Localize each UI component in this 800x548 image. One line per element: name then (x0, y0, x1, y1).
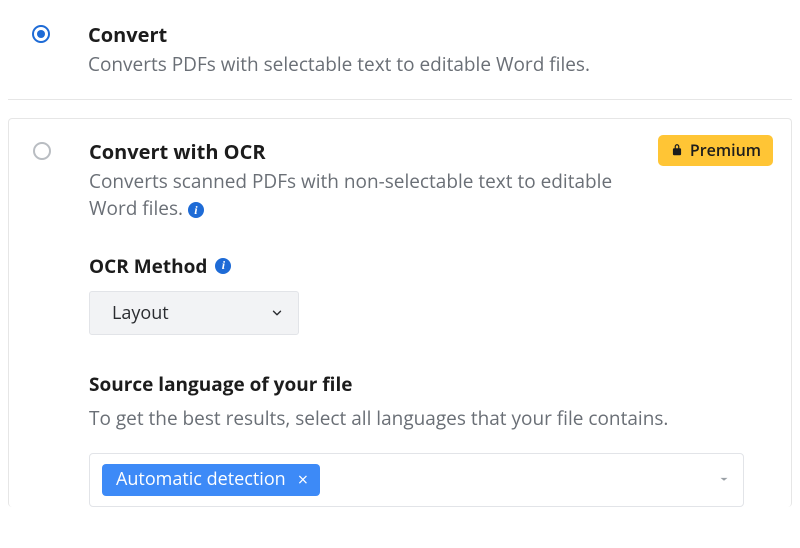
close-icon[interactable]: × (296, 471, 310, 489)
radio-column (32, 22, 88, 79)
info-icon[interactable]: i (215, 258, 231, 274)
option-convert-ocr-card[interactable]: Convert with OCR Converts scanned PDFs w… (8, 118, 792, 508)
ocr-method-select[interactable]: Layout (89, 291, 299, 335)
option-convert-desc: Converts PDFs with selectable text to ed… (88, 51, 628, 79)
premium-badge-label: Premium (690, 139, 761, 161)
language-tag[interactable]: Automatic detection × (102, 464, 320, 497)
source-language-label: Source language of your file (89, 371, 767, 397)
premium-badge[interactable]: Premium (658, 135, 773, 166)
option-convert-content: Convert Converts PDFs with selectable te… (88, 22, 768, 79)
ocr-method-label: OCR Method (89, 253, 207, 279)
ocr-method-label-row: OCR Method i (89, 253, 767, 279)
option-convert-card[interactable]: Convert Converts PDFs with selectable te… (8, 0, 792, 100)
option-convert-title: Convert (88, 22, 768, 47)
chevron-down-icon (270, 306, 284, 320)
source-language-input[interactable]: Automatic detection × (89, 453, 744, 508)
lock-icon (670, 143, 684, 157)
info-icon[interactable]: i (188, 202, 204, 218)
option-convert-ocr-content: Convert with OCR Converts scanned PDFs w… (89, 139, 767, 508)
ocr-method-selected: Layout (112, 301, 169, 325)
language-tag-label: Automatic detection (116, 470, 286, 490)
radio-convert-ocr[interactable] (33, 142, 51, 160)
caret-down-icon[interactable] (717, 469, 731, 491)
source-language-help: To get the best results, select all lang… (89, 405, 767, 431)
option-convert-ocr-desc-text: Converts scanned PDFs with non-selectabl… (89, 168, 612, 222)
radio-column (33, 139, 89, 508)
option-convert-ocr-desc: Converts scanned PDFs with non-selectabl… (89, 168, 629, 223)
radio-convert[interactable] (32, 25, 50, 43)
